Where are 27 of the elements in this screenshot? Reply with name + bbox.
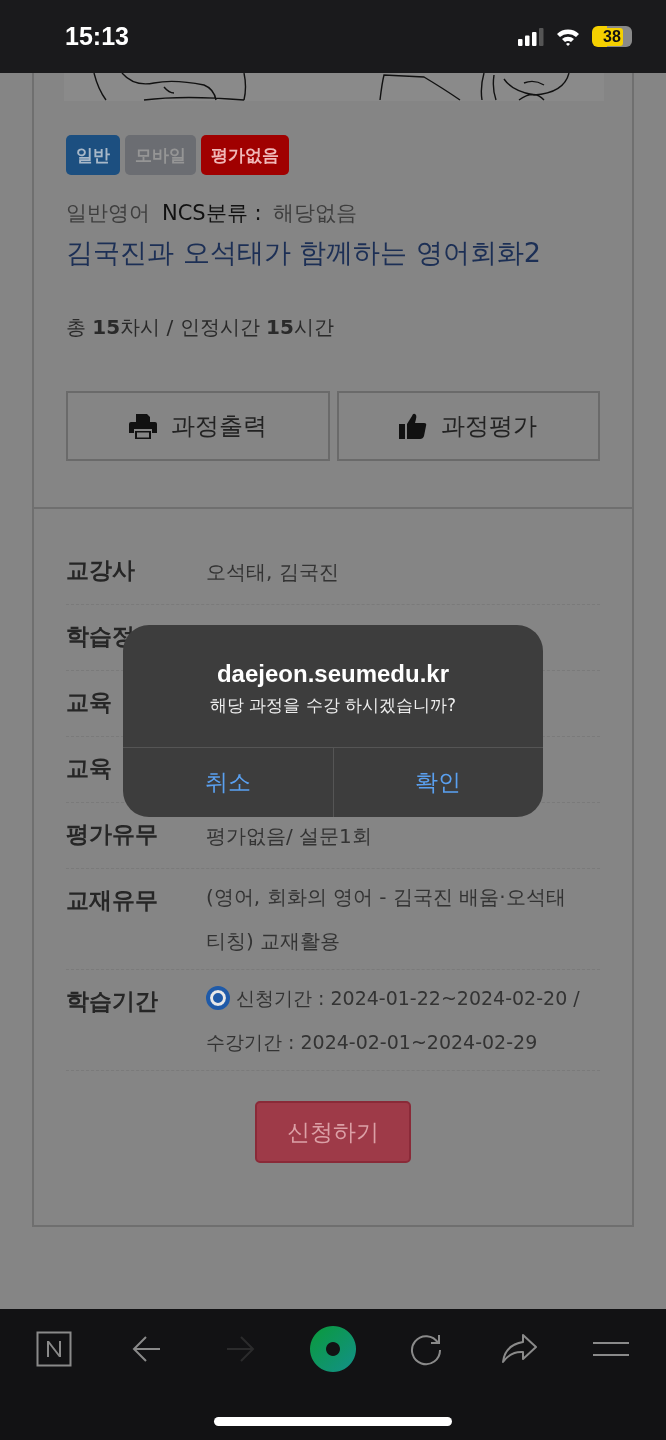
category-label: 일반영어 [66, 200, 150, 227]
info-value: (영어, 회화의 영어 - 김국진 배움·오석태 티칭) 교재활용 [206, 885, 566, 953]
info-label: 학습기간 [66, 987, 159, 1016]
battery-icon: 38 [592, 26, 632, 47]
info-label: 교육 [66, 688, 113, 717]
cancel-button[interactable]: 취소 [123, 748, 333, 817]
ncs-label: NCS분류 : [162, 200, 262, 227]
dialog-message: 해당 과정을 수강 하시겠습니까? [209, 693, 457, 717]
period-text: 신청기간 : 2024-01-22~2024-02-20 / [236, 986, 580, 1011]
tag: 일반 [66, 135, 120, 175]
print-button[interactable]: 과정출력 [66, 391, 330, 461]
tag: 평가없음 [201, 135, 289, 175]
rate-button[interactable]: 과정평가 [336, 391, 600, 461]
info-label: 교강사 [66, 556, 136, 585]
info-value: 평가없음/ 설문1회 [206, 823, 372, 848]
course-title: 김국진과 오석태가 함께하는 영어회화2 [66, 236, 542, 270]
clock: 15:13 [65, 22, 129, 51]
ncs-value: 해당없음 [273, 200, 358, 227]
apply-button[interactable]: 신청하기 [255, 1101, 411, 1163]
info-label: 평가유무 [66, 820, 159, 849]
info-value: 오석태, 김국진 [206, 559, 339, 584]
course-summary: 총 15차시 / 인정시간 15시간 [66, 314, 335, 341]
info-label: 교육 [66, 754, 113, 783]
dialog-title: daejeon.seumedu.kr [216, 659, 450, 688]
confirm-button[interactable]: 확인 [332, 748, 543, 817]
info-label: 교재유무 [66, 886, 159, 915]
period-text: 수강기간 : 2024-02-01~2024-02-29 [206, 1030, 538, 1055]
